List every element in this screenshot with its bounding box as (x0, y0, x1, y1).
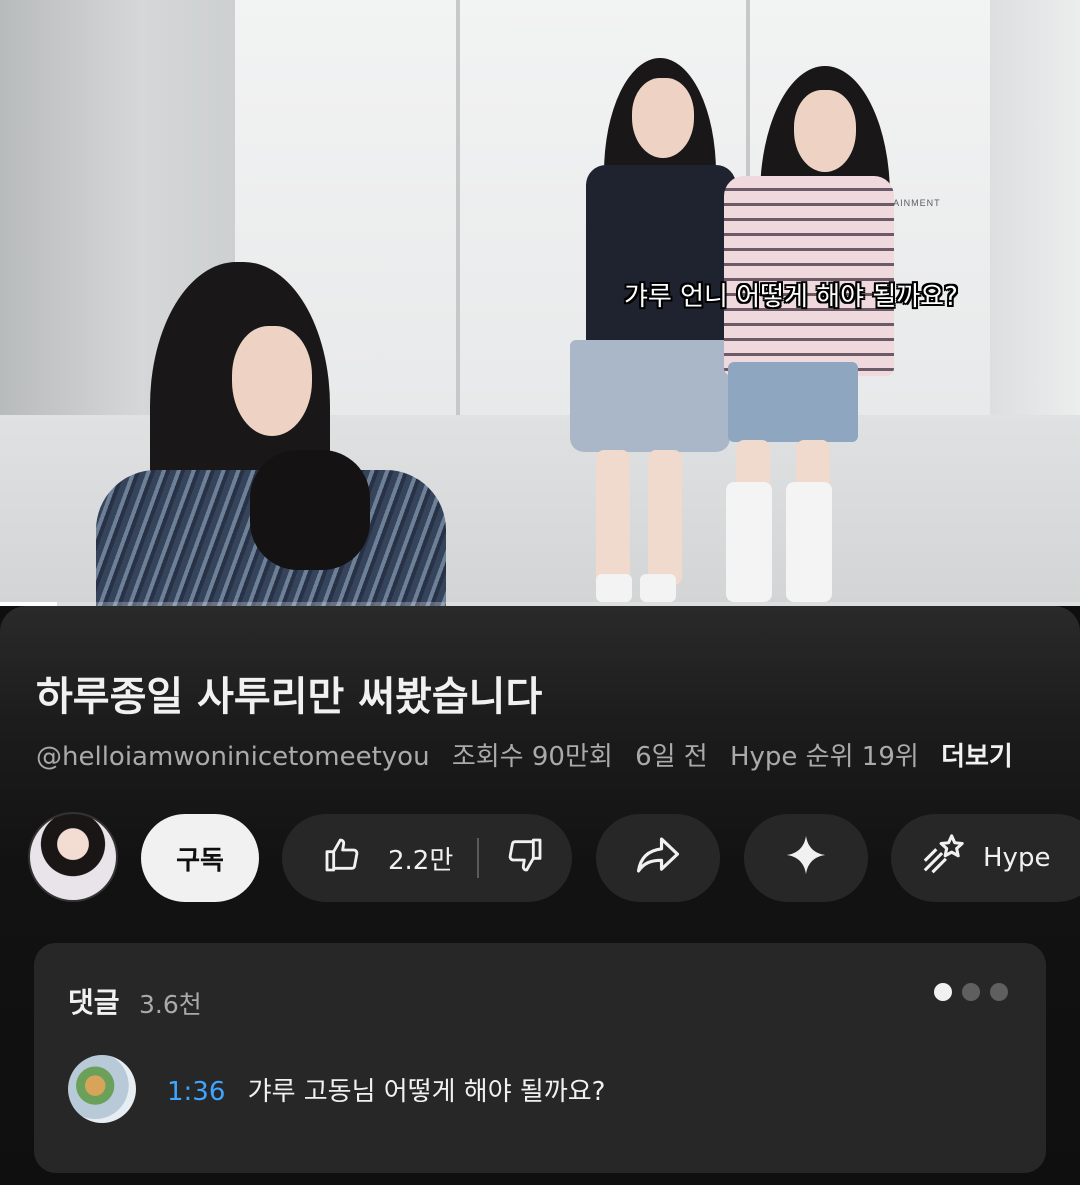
video-details-sheet: 하루종일 사투리만 써봤습니다 @helloiamwoninicetomeety… (0, 606, 1080, 1185)
carousel-dot[interactable] (934, 983, 952, 1001)
upload-age: 6일 전 (635, 742, 708, 772)
video-metadata[interactable]: @helloiamwoninicetomeetyou 조회수 90만회 6일 전… (36, 736, 1027, 773)
comments-count: 3.6천 (139, 990, 202, 1019)
comments-preview[interactable]: 댓글 3.6천 1:36 갸루 고동님 어떻게 해야 될까요? (34, 943, 1046, 1173)
channel-handle[interactable]: @helloiamwoninicetomeetyou (36, 742, 430, 772)
channel-avatar[interactable] (28, 812, 118, 902)
comments-carousel-dots (934, 983, 1008, 1001)
comment-timestamp-link[interactable]: 1:36 (167, 1077, 225, 1107)
subscribe-label: 구독 (176, 845, 224, 876)
action-bar: 구독 2.2만 Hype (0, 812, 1080, 904)
hype-button[interactable]: Hype (891, 814, 1080, 902)
commenter-avatar[interactable] (68, 1055, 136, 1123)
carousel-dot[interactable] (990, 983, 1008, 1001)
like-dislike-group: 2.2만 (282, 814, 572, 902)
video-title[interactable]: 하루종일 사투리만 써봤습니다 (36, 664, 542, 722)
carousel-dot[interactable] (962, 983, 980, 1001)
share-button[interactable] (596, 814, 720, 902)
thumbs-down-icon[interactable] (505, 835, 545, 882)
comments-heading: 댓글 (68, 986, 120, 1019)
more-button[interactable]: 더보기 (941, 742, 1013, 772)
sparkle-icon (784, 833, 828, 884)
view-count: 조회수 90만회 (451, 742, 613, 772)
video-scene-pillar (990, 0, 1080, 460)
thumbs-up-icon[interactable] (322, 835, 362, 882)
share-icon (635, 835, 681, 882)
hype-label: Hype (983, 843, 1051, 873)
comment-text: 갸루 고동님 어떻게 해야 될까요? (247, 1077, 606, 1107)
video-player[interactable]: III RTAINMENT 갸루 언니 어떻게 해야 될까요? (0, 0, 1080, 606)
subscribe-button[interactable]: 구독 (141, 814, 259, 902)
hype-rocket-icon (919, 832, 969, 885)
hype-rank: Hype 순위 19위 (729, 742, 919, 772)
ask-ai-button[interactable] (744, 814, 868, 902)
like-divider (477, 838, 480, 878)
like-count: 2.2만 (388, 845, 454, 876)
top-comment: 1:36 갸루 고동님 어떻게 해야 될까요? (167, 1071, 605, 1108)
video-caption: 갸루 언니 어떻게 해야 될까요? (624, 282, 958, 312)
